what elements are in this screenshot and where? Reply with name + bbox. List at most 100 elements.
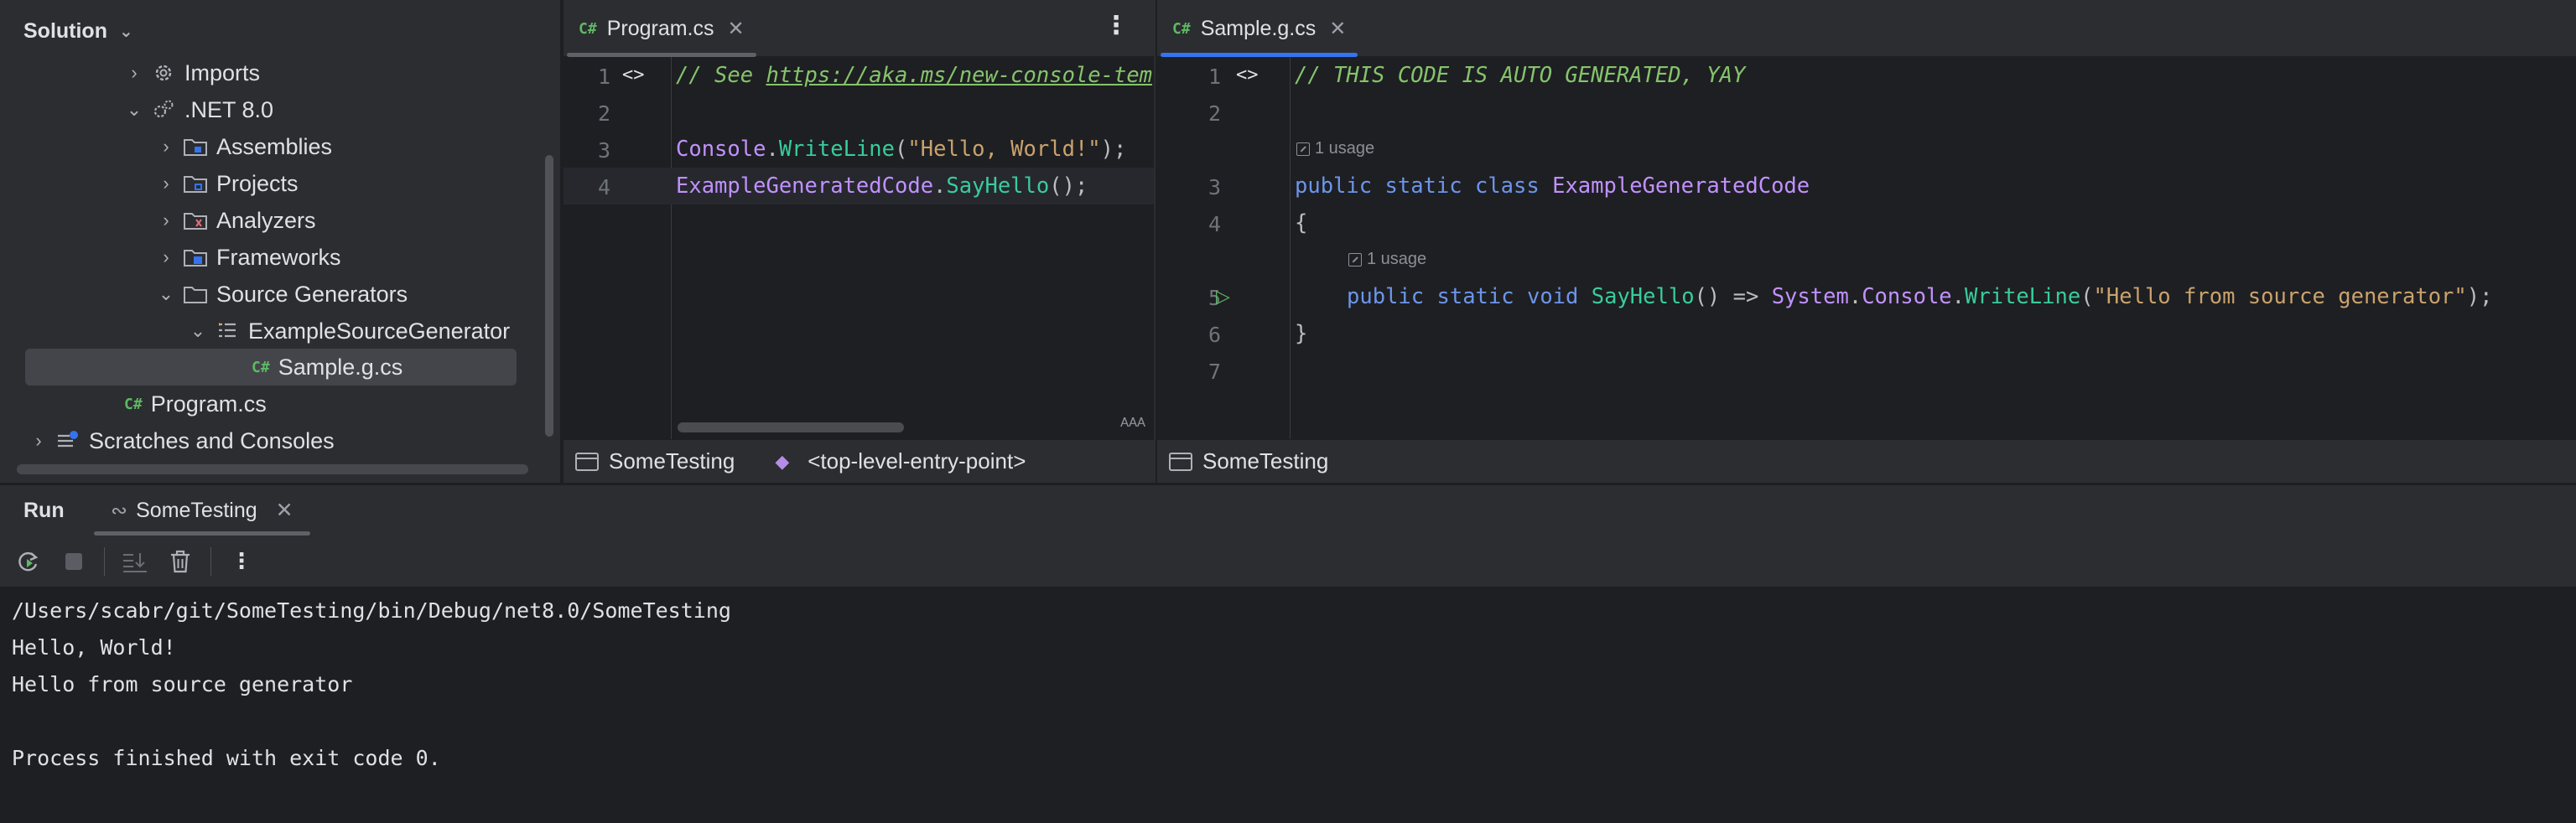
run-title[interactable]: Run xyxy=(23,499,65,523)
chevron-right-icon: › xyxy=(131,62,138,83)
fold-icon[interactable]: <> xyxy=(1236,65,1259,85)
line-number: 4 xyxy=(1208,212,1221,236)
tree-item-program-cs[interactable]: C# Program.cs xyxy=(0,386,537,422)
code-line-4[interactable]: { xyxy=(1295,204,1307,241)
editor-tab-bar: C# Sample.g.cs ✕ xyxy=(1157,0,2576,57)
tree-item-label: Projects xyxy=(216,170,299,196)
csharp-file-icon: C# xyxy=(579,19,597,38)
tree-item-source-generators[interactable]: ⌄ Source Generators xyxy=(0,276,537,313)
dotnet-gears-icon xyxy=(151,97,176,122)
generator-list-icon xyxy=(215,318,240,344)
tree-item-sample-g-cs[interactable]: C# Sample.g.cs xyxy=(25,349,517,386)
tree-item-label: Imports xyxy=(184,60,261,85)
fold-icon[interactable]: <> xyxy=(622,65,645,85)
vertical-scrollbar[interactable] xyxy=(545,155,553,437)
tab-label: Program.cs xyxy=(606,16,714,40)
cube-icon: ◆ xyxy=(775,450,790,472)
tree-item-dotnet[interactable]: ⌄ .NET 8.0 xyxy=(0,91,537,128)
usage-icon xyxy=(1296,142,1310,156)
editor-tab-bar: C# Program.cs ✕ ⋮ xyxy=(564,0,1154,57)
console-output[interactable]: /Users/scabr/git/SomeTesting/bin/Debug/n… xyxy=(0,587,2576,823)
gutter-divider xyxy=(1290,57,1291,439)
scroll-to-end-icon[interactable] xyxy=(120,546,150,577)
run-tab-bar: Run ∾ SomeTesting ✕ xyxy=(0,485,2576,536)
code-line-6[interactable]: } xyxy=(1295,315,1307,352)
solution-header[interactable]: Solution ⌄ xyxy=(0,8,133,54)
run-config-icon: ∾ xyxy=(111,499,128,522)
editor-pane-sample: C# Sample.g.cs ✕ 1 <> 2 3 4 5 ▷ 6 7 // T… xyxy=(1157,0,2576,483)
tree-item-label: Program.cs xyxy=(150,391,267,417)
tab-program-cs[interactable]: C# Program.cs ✕ xyxy=(567,0,756,57)
chevron-down-icon: ⌄ xyxy=(126,99,143,120)
console-line: /Users/scabr/git/SomeTesting/bin/Debug/n… xyxy=(12,598,731,623)
reader-mode-icon[interactable]: ᴬᴬᴬ xyxy=(1120,414,1145,436)
line-number: 2 xyxy=(597,101,610,126)
line-number: 3 xyxy=(597,138,610,163)
breadcrumb: SomeTesting ◆ <top-level-entry-point> xyxy=(564,439,1154,483)
console-line: Process finished with exit code 0. xyxy=(12,746,441,770)
run-panel: Run ∾ SomeTesting ✕ ⋮ /Users/scabr/git/S… xyxy=(0,484,2576,823)
csharp-file-icon: C# xyxy=(252,358,270,376)
line-number: 3 xyxy=(1208,175,1221,199)
horizontal-scrollbar[interactable] xyxy=(17,464,528,474)
chevron-right-icon: › xyxy=(35,430,42,451)
line-number: 5 xyxy=(1208,286,1221,310)
horizontal-scrollbar[interactable] xyxy=(678,422,904,432)
console-line: Hello from source generator xyxy=(12,672,353,696)
code-line-1[interactable]: // See https://aka.ms/new-console-tem xyxy=(676,57,1152,94)
code-line-5[interactable]: public static void SayHello() => System.… xyxy=(1347,278,2492,315)
code-line-3[interactable]: Console.WriteLine("Hello, World!"); xyxy=(676,131,1126,168)
folder-icon xyxy=(183,208,208,233)
tree-item-label: Scratches and Consoles xyxy=(89,427,335,453)
folder-icon xyxy=(183,134,208,159)
toolbar-divider xyxy=(104,546,105,576)
chevron-right-icon: › xyxy=(163,136,169,157)
line-number: 6 xyxy=(1208,323,1221,347)
usage-hint[interactable]: 1 usage xyxy=(1296,139,1374,158)
tab-run-configuration[interactable]: ∾ SomeTesting ✕ xyxy=(94,485,310,536)
tab-label: Sample.g.cs xyxy=(1200,16,1317,40)
code-line-3[interactable]: public static class ExampleGeneratedCode xyxy=(1295,168,1810,204)
more-options-icon[interactable]: ⋮ xyxy=(1104,13,1129,39)
chevron-down-icon: ⌄ xyxy=(190,320,206,341)
tree-item-frameworks[interactable]: › Frameworks xyxy=(0,239,537,276)
chevron-right-icon: › xyxy=(163,173,169,194)
breadcrumb: SomeTesting xyxy=(1157,439,2576,483)
tree-item-example-source-generator[interactable]: ⌄ ExampleSourceGenerator xyxy=(0,313,537,349)
run-toolbar: ⋮ xyxy=(0,536,2576,587)
code-line-1[interactable]: // THIS CODE IS AUTO GENERATED, YAY xyxy=(1295,57,1745,94)
tab-sample-g-cs[interactable]: C# Sample.g.cs ✕ xyxy=(1161,0,1358,57)
breadcrumb-member[interactable]: <top-level-entry-point> xyxy=(808,448,1026,474)
stop-icon[interactable] xyxy=(59,546,89,577)
chevron-down-icon: ⌄ xyxy=(118,22,133,41)
tree-item-projects[interactable]: › Projects xyxy=(0,165,537,202)
tab-label: SomeTesting xyxy=(136,498,257,522)
usage-hint[interactable]: 1 usage xyxy=(1348,250,1426,269)
tree-item-label: Assemblies xyxy=(216,133,333,159)
gutter-divider xyxy=(671,57,672,439)
comment-link[interactable]: https://aka.ms/new-console-tem xyxy=(766,63,1152,88)
close-icon[interactable]: ✕ xyxy=(728,17,745,41)
more-options-icon[interactable]: ⋮ xyxy=(226,546,257,577)
trash-icon[interactable] xyxy=(165,546,195,577)
tree-item-assemblies[interactable]: › Assemblies xyxy=(0,128,537,165)
console-line: Hello, World! xyxy=(12,635,176,660)
code-line-4[interactable]: ExampleGeneratedCode.SayHello(); xyxy=(676,168,1088,204)
run-gutter-icon[interactable]: ▷ xyxy=(1216,286,1230,308)
tree-item-scratches[interactable]: › Scratches and Consoles xyxy=(0,422,537,459)
rerun-icon[interactable] xyxy=(13,546,44,577)
csharp-file-icon: C# xyxy=(1172,19,1191,38)
tree-item-imports[interactable]: › Imports xyxy=(0,54,537,91)
close-icon[interactable]: ✕ xyxy=(276,498,293,523)
project-icon xyxy=(575,452,599,471)
tree-item-analyzers[interactable]: › Analyzers xyxy=(0,202,537,239)
chevron-right-icon: › xyxy=(163,246,169,267)
breadcrumb-project[interactable]: SomeTesting xyxy=(1202,448,1328,474)
folder-icon xyxy=(183,171,208,196)
close-icon[interactable]: ✕ xyxy=(1329,17,1346,41)
usage-icon xyxy=(1348,252,1362,267)
breadcrumb-project[interactable]: SomeTesting xyxy=(609,448,735,474)
line-number: 1 xyxy=(597,65,610,89)
tree-item-label: ExampleSourceGenerator xyxy=(248,318,511,344)
